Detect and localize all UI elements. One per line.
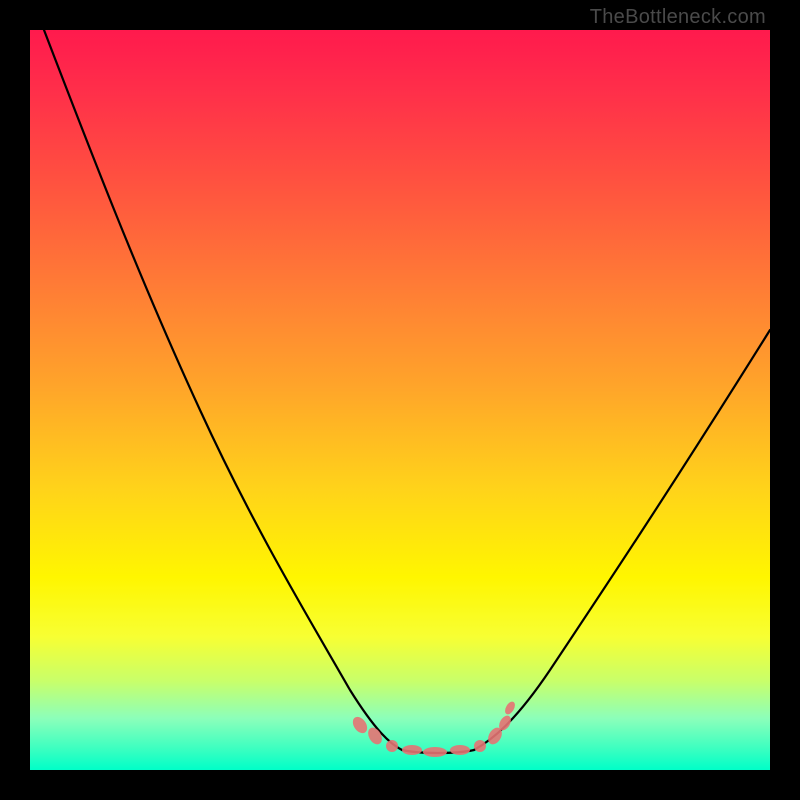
curve-layer [30, 30, 770, 770]
valley-markers [350, 700, 517, 757]
plot-area [30, 30, 770, 770]
left-curve [44, 30, 402, 750]
right-curve [474, 330, 770, 750]
chart-frame: TheBottleneck.com [0, 0, 800, 800]
watermark-text: TheBottleneck.com [590, 6, 766, 29]
